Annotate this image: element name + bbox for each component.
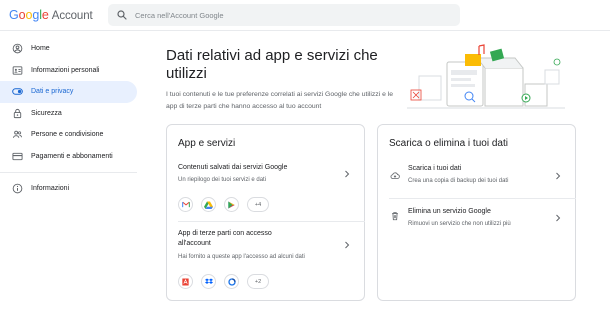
row-subtitle: Crea una copia di backup dei tuoi dati xyxy=(408,178,509,184)
chevron-right-icon xyxy=(345,170,350,178)
logo-letter: e xyxy=(41,8,49,22)
row-title: App di terze parti con accesso all'accou… xyxy=(178,230,272,247)
search-input[interactable] xyxy=(135,7,435,23)
sidebar-item-label: Dati e privacy xyxy=(31,88,74,96)
page-title: Dati relativi ad app e servizi che utili… xyxy=(166,47,378,82)
sidebar-item-label: Sicurezza xyxy=(31,109,62,117)
delete-service-row[interactable]: Elimina un servizio Google Rimuovi un se… xyxy=(378,203,575,233)
sidebar-item-label: Home xyxy=(31,45,50,53)
sidebar-item-home[interactable]: Home xyxy=(0,38,137,60)
pdf-icon xyxy=(178,274,193,289)
card-title: Scarica o elimina i tuoi dati xyxy=(389,138,508,149)
drive-icon xyxy=(201,197,216,212)
sidebar-item-label: Informazioni personali xyxy=(31,66,100,74)
google-account-logo[interactable]: Google Account xyxy=(9,8,93,22)
row-subtitle: Hai fornito a queste app l'accesso ad al… xyxy=(178,254,305,260)
top-bar: Google Account xyxy=(0,0,610,31)
credit-card-icon xyxy=(12,151,23,162)
sidebar-item-about[interactable]: Informazioni xyxy=(0,178,137,200)
sidebar-item-data-privacy[interactable]: Dati e privacy xyxy=(0,81,137,103)
play-icon xyxy=(224,197,239,212)
card-title: App e servizi xyxy=(178,138,236,149)
circle-app-icon xyxy=(224,274,239,289)
lock-icon xyxy=(12,108,23,119)
row-title: Contenuti salvati dai servizi Google xyxy=(178,164,288,171)
chevron-right-icon xyxy=(556,172,561,180)
sidebar-divider xyxy=(0,172,137,173)
row-title: Scarica i tuoi dati xyxy=(408,165,462,172)
more-services-badge: +4 xyxy=(247,197,269,212)
chevron-right-icon xyxy=(556,214,561,222)
cloud-download-icon xyxy=(390,172,400,179)
logo-suffix: Account xyxy=(51,10,93,22)
sidebar-item-label: Persone e condivisione xyxy=(31,131,104,139)
dropbox-icon xyxy=(201,274,216,289)
search-bar[interactable] xyxy=(108,4,460,26)
logo-letter: G xyxy=(9,8,19,22)
id-card-icon xyxy=(12,65,23,76)
sidebar-item-security[interactable]: Sicurezza xyxy=(0,103,137,125)
people-icon xyxy=(12,129,23,140)
sidebar-item-label: Pagamenti e abbonamenti xyxy=(31,152,113,160)
data-privacy-illustration xyxy=(407,44,565,109)
toggle-icon xyxy=(12,86,23,97)
sidebar-nav: Home Informazioni personali Dati e priva… xyxy=(0,38,137,200)
third-party-apps-row[interactable]: App di terze parti con accesso all'accou… xyxy=(167,229,364,299)
sidebar-item-payments[interactable]: Pagamenti e abbonamenti xyxy=(0,146,137,168)
sidebar-item-people-sharing[interactable]: Persone e condivisione xyxy=(0,124,137,146)
info-icon xyxy=(12,183,23,194)
gmail-icon xyxy=(178,197,193,212)
chevron-right-icon xyxy=(345,241,350,249)
row-subtitle: Rimuovi un servizio che non utilizzi più xyxy=(408,221,511,227)
sidebar-item-personal-info[interactable]: Informazioni personali xyxy=(0,60,137,82)
trash-icon xyxy=(392,212,398,221)
row-title: Elimina un servizio Google xyxy=(408,208,491,215)
card-divider xyxy=(178,221,365,222)
card-divider xyxy=(389,198,576,199)
page-description: I tuoi contenuti e le tue preferenze cor… xyxy=(166,91,394,110)
search-icon[interactable] xyxy=(116,9,128,21)
sidebar-item-label: Informazioni xyxy=(31,185,70,193)
saved-content-row[interactable]: Contenuti salvati dai servizi Google Un … xyxy=(167,161,364,219)
download-delete-card: Scarica o elimina i tuoi dati Scarica i … xyxy=(377,124,576,301)
apps-services-card: App e servizi Contenuti salvati dai serv… xyxy=(166,124,365,301)
download-data-row[interactable]: Scarica i tuoi dati Crea una copia di ba… xyxy=(378,163,575,193)
more-apps-badge: +2 xyxy=(247,274,269,289)
home-icon xyxy=(12,43,23,54)
row-subtitle: Un riepilogo dei tuoi servizi e dati xyxy=(178,177,267,183)
